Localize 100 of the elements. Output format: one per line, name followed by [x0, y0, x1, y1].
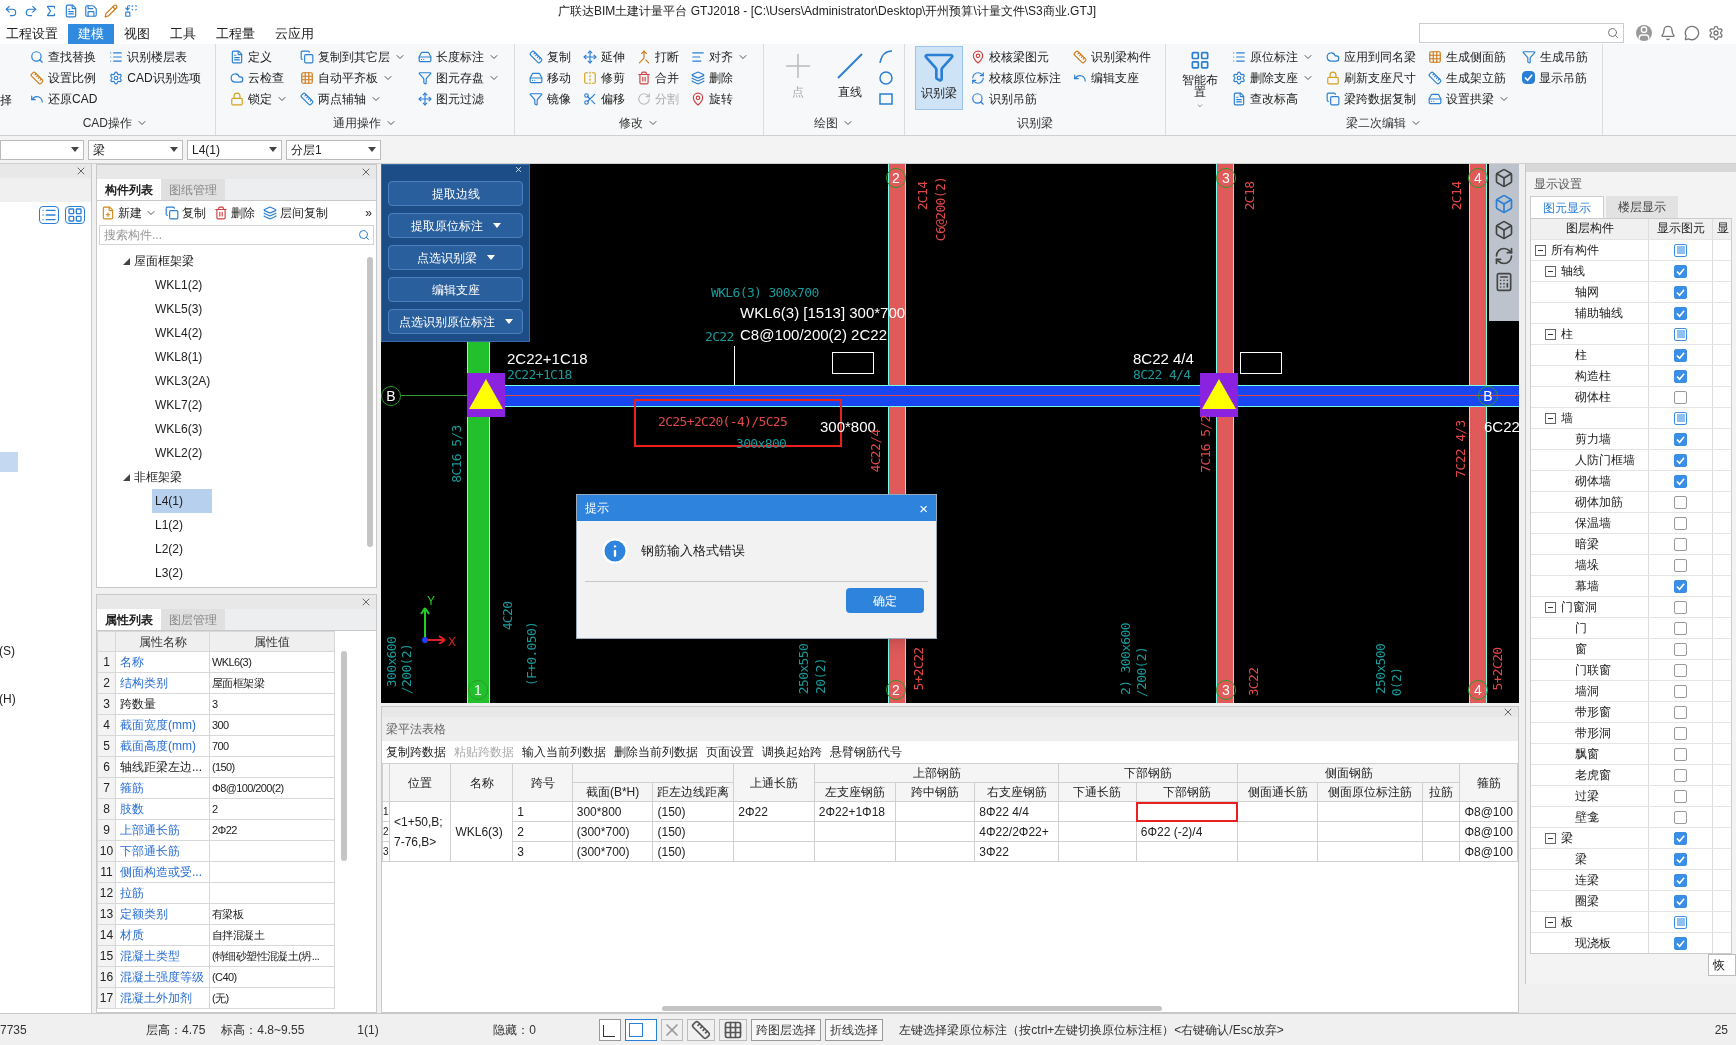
settings-icon[interactable] — [1708, 25, 1724, 41]
tree-item[interactable]: WKL8(1) — [152, 345, 212, 369]
avatar-icon[interactable] — [1636, 25, 1652, 41]
tree-item[interactable]: L4(1) — [152, 489, 212, 513]
ok-button[interactable]: 确定 — [846, 588, 924, 613]
checkbox[interactable] — [1674, 600, 1687, 614]
expand-toggle[interactable] — [123, 473, 130, 481]
rectangle-icon[interactable] — [877, 91, 894, 108]
checkbox[interactable] — [1674, 852, 1687, 866]
toolbar-button[interactable]: 删除 — [214, 204, 255, 222]
menu-tab[interactable]: 视图 — [114, 24, 160, 44]
property-value[interactable]: (特细砂塑性混凝土(坍... — [209, 945, 335, 967]
tree-item[interactable]: 连梁 — [1575, 871, 1599, 889]
checkbox[interactable] — [1674, 432, 1687, 446]
tree-item[interactable]: 板 — [1561, 913, 1573, 931]
collapse-toggle[interactable] — [1535, 244, 1546, 256]
dropdown-field[interactable]: 分层1 — [286, 139, 381, 160]
property-value[interactable]: 700 — [209, 735, 335, 757]
panel-button[interactable]: 编辑支座 — [388, 277, 523, 302]
tree-item[interactable]: (S) — [0, 642, 91, 660]
collapse-toggle[interactable] — [1545, 601, 1556, 613]
ribbon-button[interactable]: 还原CAD — [26, 88, 102, 110]
ribbon-button[interactable]: 图元存盘 — [413, 67, 504, 89]
checkbox[interactable] — [1674, 747, 1687, 761]
ribbon-button[interactable]: 编辑支座 — [1068, 67, 1155, 89]
ribbon-button[interactable]: 生成架立筋 — [1423, 67, 1514, 89]
checkbox[interactable] — [1674, 684, 1687, 698]
tree-item[interactable]: 所有构件 — [1551, 241, 1599, 259]
scrollbar[interactable] — [367, 257, 373, 547]
dropdown-field[interactable]: L4(1) — [187, 139, 282, 160]
scrollbar[interactable] — [341, 651, 347, 861]
tree-item[interactable]: 墙洞 — [1575, 682, 1599, 700]
ribbon-button[interactable]: 对齐 — [686, 46, 753, 67]
ribbon-button[interactable]: 生成侧面筋 — [1423, 46, 1514, 67]
tree-item[interactable]: 暗梁 — [1575, 535, 1599, 553]
menu-tab[interactable]: 建模 — [68, 24, 114, 44]
tree-item[interactable]: WKL2(2) — [152, 441, 212, 465]
tree-item[interactable]: 带形洞 — [1575, 724, 1611, 742]
ribbon-button[interactable]: 两点辅轴 — [295, 88, 410, 110]
checkbox[interactable] — [1674, 831, 1687, 845]
ribbon-button[interactable]: 应用到同名梁 — [1321, 46, 1420, 67]
tree-item[interactable]: 飘窗 — [1575, 745, 1599, 763]
cross-icon[interactable] — [661, 1018, 684, 1041]
ribbon-button[interactable]: 查改标高 — [1227, 88, 1318, 110]
checkbox[interactable] — [1674, 474, 1687, 488]
checkbox[interactable] — [1674, 264, 1687, 278]
checkbox[interactable] — [1674, 789, 1687, 803]
tree-item[interactable]: L1(2) — [152, 513, 212, 537]
ribbon-button[interactable]: 修剪 — [578, 67, 629, 89]
dropdown-field[interactable] — [0, 139, 84, 160]
checkbox[interactable] — [1674, 453, 1687, 467]
property-value[interactable]: (C40) — [209, 966, 335, 988]
ribbon-button[interactable]: 校核原位标注 — [966, 67, 1065, 89]
toolbar-button[interactable]: 删除当前列数据 — [614, 743, 698, 761]
checkbox[interactable] — [1674, 306, 1687, 320]
property-value[interactable]: 300 — [209, 714, 335, 736]
tree-item[interactable]: 过梁 — [1575, 787, 1599, 805]
panel-button[interactable]: 提取原位标注 — [388, 213, 523, 238]
swap-icon[interactable] — [124, 4, 138, 18]
ribbon-large-button[interactable]: 识别梁 — [914, 46, 963, 110]
menu-tab[interactable]: 工程设置 — [0, 24, 68, 44]
document-icon[interactable] — [64, 4, 78, 18]
ribbon-button[interactable]: 识别楼层表 — [105, 46, 205, 67]
restore-button[interactable]: 恢 — [1708, 954, 1736, 976]
toolbar-button[interactable]: 页面设置 — [706, 743, 754, 761]
dropdown-field[interactable]: 梁 — [88, 139, 183, 160]
tree-item[interactable]: 窗 — [1575, 640, 1587, 658]
ribbon-button[interactable]: 设置拱梁 — [1423, 88, 1514, 110]
panel-tab[interactable]: 构件列表 — [97, 179, 161, 200]
ribbon-button[interactable]: 云检查 — [225, 67, 292, 89]
ribbon-button[interactable]: 删除 — [686, 67, 753, 89]
close-button[interactable]: × — [919, 500, 928, 516]
ribbon-button[interactable]: 生成吊筋 — [1517, 46, 1592, 67]
tree-item[interactable]: 轴网 — [1575, 283, 1599, 301]
ribbon-button[interactable]: 打断 — [632, 46, 683, 67]
ribbon-button[interactable]: 原位标注 — [1227, 46, 1318, 67]
collapse-toggle[interactable] — [1545, 832, 1556, 844]
checkbox[interactable] — [1674, 705, 1687, 719]
property-value[interactable]: 有梁板 — [209, 903, 335, 925]
undo-icon[interactable] — [4, 4, 18, 18]
ribbon-button[interactable]: 定义 — [225, 46, 292, 67]
tree-item[interactable]: 人防门框墙 — [1575, 451, 1635, 469]
panel-button[interactable]: 点选识别原位标注 — [388, 309, 523, 334]
menu-tab[interactable]: 云应用 — [265, 24, 324, 44]
checkbox[interactable] — [1674, 558, 1687, 572]
ribbon-button[interactable]: 锁定 — [225, 88, 292, 110]
checkbox[interactable] — [1674, 894, 1687, 908]
checkbox[interactable] — [1674, 516, 1687, 530]
checkbox[interactable] — [1674, 936, 1687, 950]
rotate-icon[interactable] — [1494, 246, 1514, 266]
grid-icon[interactable] — [719, 1018, 748, 1041]
ribbon-button[interactable]: 设置比例 — [26, 67, 102, 89]
ribbon-button[interactable]: 识别梁构件 — [1068, 46, 1155, 67]
more-button[interactable]: » — [365, 204, 372, 222]
ortho-icon[interactable] — [599, 1018, 622, 1041]
checkbox[interactable] — [1674, 285, 1687, 299]
checkbox[interactable] — [1674, 243, 1687, 257]
search-field[interactable]: 搜索构件... — [99, 225, 374, 245]
toolbar-button[interactable]: 复制跨数据 — [386, 743, 446, 761]
tree-item[interactable]: 梁 — [1561, 829, 1573, 847]
